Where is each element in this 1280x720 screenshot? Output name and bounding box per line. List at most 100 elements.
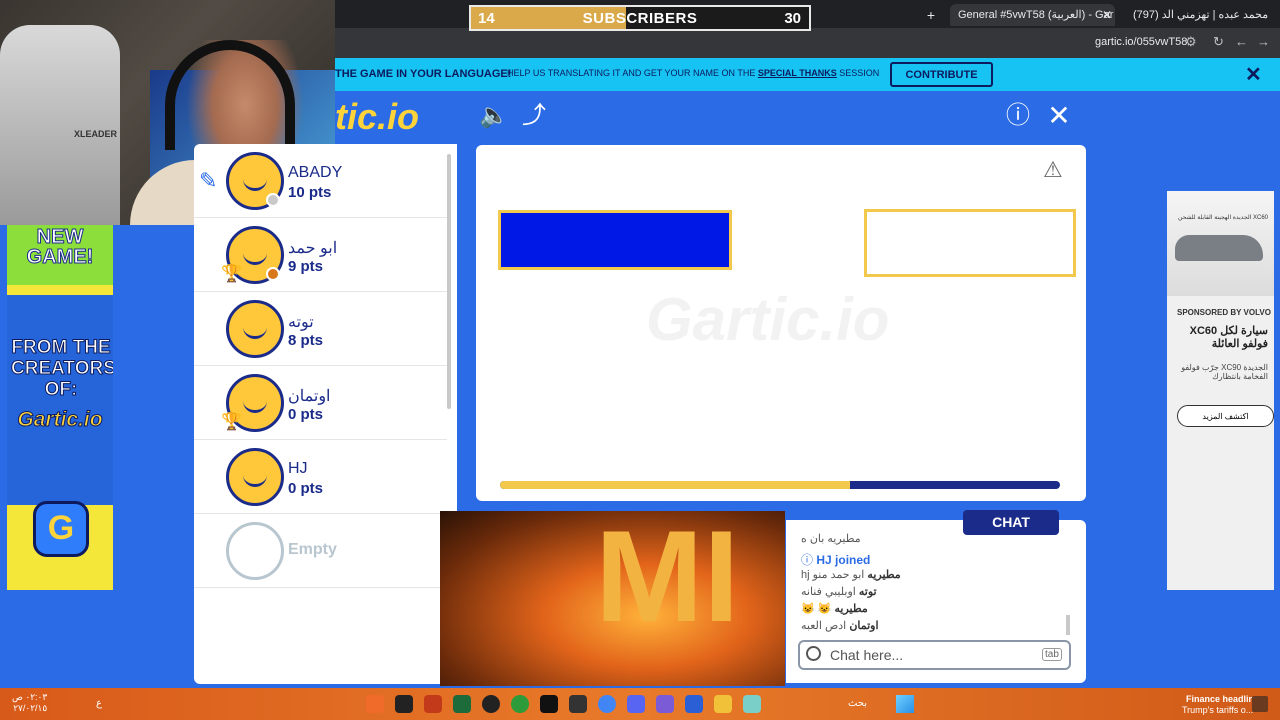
chat-tab[interactable]: CHAT: [963, 510, 1059, 535]
chat-tab-hint: tab: [1042, 648, 1062, 661]
chat-message: توته اوبليبي فنانه: [801, 586, 877, 598]
status-dot: [266, 193, 280, 207]
reload-icon[interactable]: ↻: [1213, 34, 1224, 50]
taskbar-app-icon[interactable]: [366, 695, 384, 713]
chat-panel: مطيريه بان ه ⓘ HJ joined مطيريه ابو حمد من…: [786, 520, 1086, 683]
forward-icon[interactable]: →: [1257, 34, 1270, 49]
ad-from-creators: FROM THE CREATORS OF:: [11, 337, 114, 401]
taskbar-search[interactable]: بحث: [848, 698, 867, 709]
avatar-smile: [243, 245, 267, 265]
subscribers-goal: 30: [784, 10, 801, 27]
tab-youtube[interactable]: (797) محمد عبده | تهزمني الد: [1125, 4, 1275, 26]
sound-icon[interactable]: 🔈: [479, 102, 509, 130]
player-row[interactable]: Empty: [194, 514, 447, 588]
taskbar-language[interactable]: ع: [96, 698, 102, 709]
taskbar-app-icon[interactable]: [569, 695, 587, 713]
taskbar-discord-icon[interactable]: [627, 695, 645, 713]
chat-join-message: ⓘ HJ joined: [801, 553, 871, 567]
address-bar[interactable]: gartic.io/055vwT58 ⚙ ↻ ← →: [335, 28, 1280, 58]
banner-text: HELP US TRANSLATING IT AND GET YOUR NAME…: [507, 68, 880, 78]
players-panel: ✎ ABADY 10 pts ابو حمد 9 pts 🏆 توته 8 pts اوتمان…: [194, 144, 457, 684]
status-dot: [266, 267, 280, 281]
player-name: ABADY: [288, 164, 343, 181]
start-icon[interactable]: [896, 695, 914, 713]
cam-chair: [0, 25, 120, 225]
ad-blue-panel: [7, 295, 113, 505]
taskbar-app-icon[interactable]: [482, 695, 500, 713]
round-timer-fill: [500, 481, 850, 489]
banner-lead: THE GAME IN YOUR LANGUAGE!: [335, 68, 512, 80]
info-icon[interactable]: ⓘ: [1004, 102, 1032, 130]
ad-car-title: XC60 الجديدة الهجينة القابلة للشحن: [1178, 215, 1268, 221]
back-icon[interactable]: ←: [1235, 34, 1248, 49]
subscribers-label: SUBSCRIBERS: [582, 10, 698, 27]
ad-cta-button[interactable]: اكتشف المزيد: [1177, 405, 1274, 427]
ad-headline: NEW GAME!: [26, 226, 94, 268]
chat-message: مطيريه 😺 😺: [801, 603, 868, 615]
taskbar-news-title[interactable]: Finance headline: [1186, 694, 1259, 704]
cam-chair-brand: XLEADER: [74, 129, 118, 139]
player-points: 9 pts: [288, 258, 324, 275]
ad-app-icon: G: [33, 501, 89, 557]
player-row[interactable]: ✎ ABADY 10 pts: [194, 144, 447, 218]
taskbar-app-icon[interactable]: [424, 695, 442, 713]
trophy-icon: 🏆: [221, 264, 243, 283]
contribute-button[interactable]: CONTRIBUTE: [890, 62, 993, 87]
players-scrollbar[interactable]: [447, 154, 451, 409]
site-settings-icon[interactable]: ⚙: [1185, 34, 1197, 50]
player-row[interactable]: ابو حمد 9 pts 🏆: [194, 218, 447, 292]
tab-close-icon[interactable]: ✕: [1102, 4, 1112, 26]
close-game-icon[interactable]: ✕: [1045, 102, 1073, 130]
gartic-logo[interactable]: tic.io: [335, 96, 419, 138]
avatar-smile: [243, 393, 267, 413]
taskbar-news-subtitle[interactable]: Trump's tariffs o...: [1182, 705, 1253, 715]
player-points: 8 pts: [288, 332, 324, 349]
special-thanks-link[interactable]: SPECIAL THANKS: [758, 68, 837, 78]
taskbar: ٠٢:٠٣ ص ٢٧/٠٢/١٥ ع بحث Finance headline T…: [0, 688, 1280, 720]
ad-brand: Gartic.io: [17, 408, 103, 432]
taskbar-app-icon[interactable]: [685, 695, 703, 713]
drawn-empty-rectangle: [864, 209, 1076, 277]
right-advertisement[interactable]: XC60 الجديدة الهجينة القابلة للشحن SPONS…: [1167, 191, 1274, 590]
taskbar-app-icon[interactable]: [540, 695, 558, 713]
subscribers-goal-bar: 14 SUBSCRIBERS 30: [469, 5, 811, 31]
player-name: توته: [288, 314, 314, 331]
news-icon[interactable]: [1252, 696, 1268, 712]
board-watermark: Gartic.io: [646, 286, 890, 353]
new-tab-button[interactable]: +: [920, 4, 942, 26]
chat-input[interactable]: [798, 640, 1071, 670]
chat-scrollbar[interactable]: [1066, 615, 1070, 635]
share-icon[interactable]: ⤴: [520, 102, 548, 130]
player-row[interactable]: اوتمان 0 pts 🏆: [194, 366, 447, 440]
report-warning-icon[interactable]: ⚠: [1043, 157, 1063, 183]
info-icon: ⓘ: [801, 553, 814, 567]
taskbar-app-icon[interactable]: [743, 695, 761, 713]
url-text[interactable]: gartic.io/055vwT58: [1095, 36, 1187, 48]
translation-banner: THE GAME IN YOUR LANGUAGE! HELP US TRANS…: [335, 58, 1280, 91]
chat-message: اوتمان ادص العبه: [801, 620, 879, 632]
avatar: [226, 300, 284, 358]
taskbar-app-icon[interactable]: [656, 695, 674, 713]
players-list: ✎ ABADY 10 pts ابو حمد 9 pts 🏆 توته 8 pts اوتمان…: [194, 144, 447, 684]
taskbar-app-icon[interactable]: [453, 695, 471, 713]
car-shape: [1175, 235, 1263, 261]
taskbar-chrome-icon[interactable]: [598, 695, 616, 713]
taskbar-explorer-icon[interactable]: [714, 695, 732, 713]
round-timer-bar: [500, 481, 1060, 489]
drawing-board[interactable]: Gartic.io ⚠: [476, 145, 1086, 501]
taskbar-clock[interactable]: ٠٢:٠٣ ص ٢٧/٠٢/١٥: [12, 692, 47, 714]
banner-close-icon[interactable]: ✕: [1245, 62, 1262, 87]
taskbar-app-icon[interactable]: [395, 695, 413, 713]
ad-car-image: [1167, 191, 1274, 296]
player-name: Empty: [288, 541, 337, 558]
left-advertisement[interactable]: NEW GAME! FROM THE CREATORS OF: Gartic.i…: [7, 225, 113, 590]
player-row[interactable]: HJ 0 pts: [194, 440, 447, 514]
video-overlay: MI: [440, 511, 785, 686]
taskbar-app-icon[interactable]: [511, 695, 529, 713]
ad-headline-right: سيارة لكل XC60 فولفو العائلة: [1189, 325, 1268, 350]
chat-message: مطيريه بان ه: [801, 533, 861, 545]
chat-message: مطيريه ابو حمد منو hj: [801, 569, 901, 581]
player-name: HJ: [288, 460, 308, 477]
player-row[interactable]: توته 8 pts: [194, 292, 447, 366]
tab-gartic[interactable]: General #5vwT58 (العربية) - Gar: [950, 4, 1115, 26]
